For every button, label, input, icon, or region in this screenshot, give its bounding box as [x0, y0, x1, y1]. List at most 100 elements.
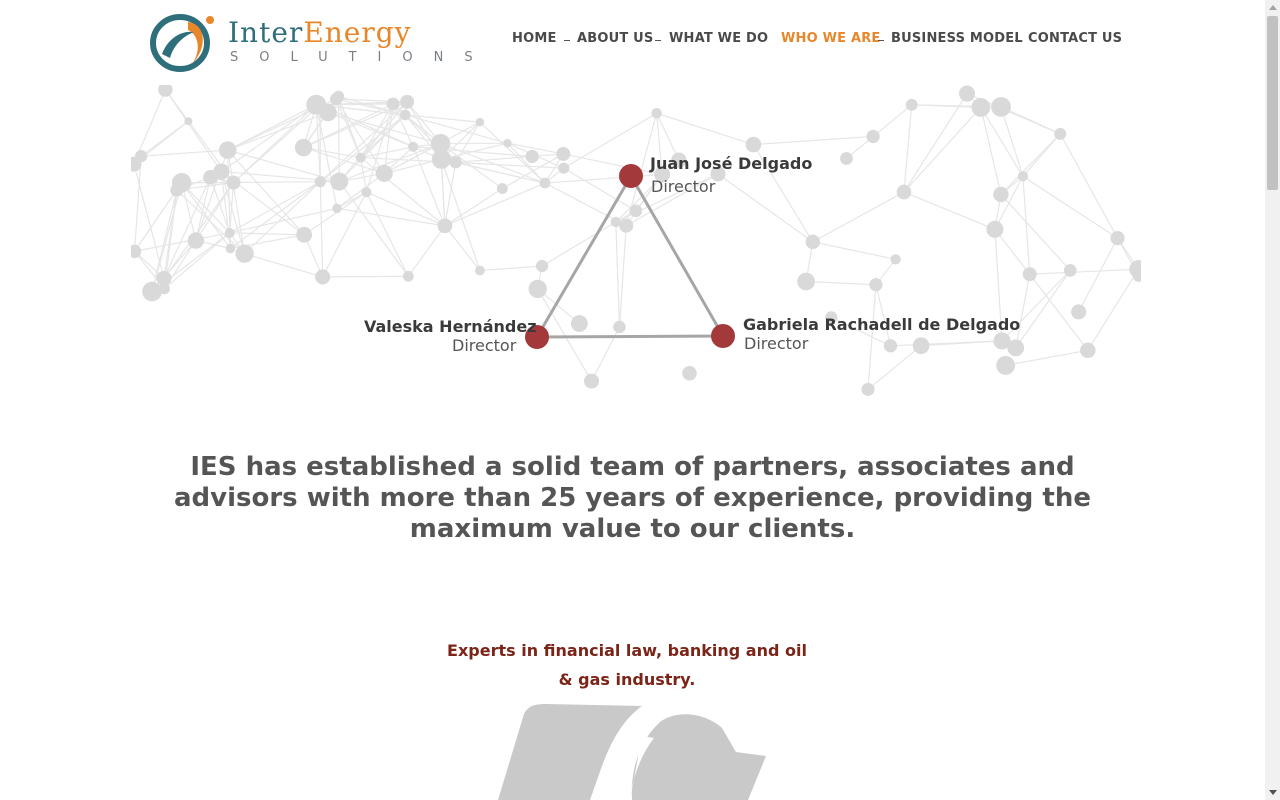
- network-node: [890, 254, 901, 265]
- network-node: [991, 97, 1011, 117]
- site-header: InterEnergy SOLUTIONS HOME ABOUT US WHAT…: [0, 0, 1265, 84]
- nav-separator: [878, 40, 884, 41]
- network-background: [131, 85, 1141, 396]
- network-node: [556, 146, 571, 161]
- network-node: [651, 108, 662, 119]
- network-link: [444, 182, 546, 227]
- network-node: [1063, 264, 1077, 277]
- director-role-valeska: Director: [452, 336, 517, 355]
- network-node: [1054, 127, 1067, 140]
- network-node: [449, 156, 462, 169]
- logo-wordmark-inter: Inter: [228, 16, 304, 49]
- network-link: [244, 253, 323, 278]
- network-node: [187, 232, 205, 249]
- nav-home[interactable]: HOME: [512, 31, 557, 46]
- network-node: [400, 94, 415, 109]
- director-role-gabriela: Director: [744, 334, 809, 353]
- network-node: [226, 175, 241, 190]
- nav-separator: [1015, 40, 1021, 41]
- interenergy-logo[interactable]: InterEnergy SOLUTIONS: [148, 8, 473, 74]
- network-node: [361, 187, 372, 198]
- network-node: [539, 177, 551, 189]
- network-node: [896, 184, 912, 200]
- network-link: [1059, 133, 1119, 239]
- network-link: [806, 280, 876, 286]
- network-node: [294, 138, 313, 157]
- nav-who-we-are[interactable]: WHO WE ARE: [781, 31, 881, 46]
- nav-business-model[interactable]: BUSINESS MODEL: [891, 31, 1023, 46]
- director-node-gabriela: [711, 324, 735, 348]
- network-link: [1000, 133, 1061, 195]
- network-node: [158, 85, 173, 97]
- network-node: [184, 117, 193, 126]
- network-node: [619, 218, 634, 233]
- network-link: [322, 275, 409, 278]
- network-link: [407, 225, 446, 277]
- nav-contact-us[interactable]: CONTACT US: [1028, 31, 1122, 46]
- network-link: [903, 191, 996, 230]
- page-scrollbar[interactable]: [1265, 0, 1280, 800]
- network-link: [1029, 268, 1139, 275]
- logo-mark-icon: [150, 14, 214, 72]
- logo-wordmark-energy: Energy: [303, 16, 412, 49]
- network-link: [1015, 270, 1071, 349]
- nav-separator: [564, 40, 570, 41]
- network-node: [402, 270, 414, 282]
- network-link: [615, 221, 621, 328]
- network-link: [1000, 193, 1071, 271]
- logo-wordmark: InterEnergy: [228, 16, 411, 49]
- network-node: [399, 109, 411, 121]
- network-node: [224, 227, 235, 238]
- network-link: [980, 107, 1024, 177]
- network-node: [682, 365, 697, 381]
- experts-line-1: Experts in financial law, banking and oi…: [447, 641, 807, 660]
- network-link: [164, 89, 222, 172]
- network-node: [437, 218, 453, 234]
- network-link: [618, 225, 627, 328]
- network-link: [134, 232, 230, 252]
- network-node: [570, 315, 588, 332]
- nav-about-us[interactable]: ABOUT US: [577, 31, 654, 46]
- network-link: [1000, 106, 1024, 177]
- network-node: [629, 204, 643, 218]
- network-link: [365, 191, 409, 277]
- network-link: [360, 157, 367, 193]
- network-node: [613, 320, 626, 334]
- network-node: [355, 152, 366, 163]
- network-link: [563, 153, 663, 176]
- network-link: [717, 173, 814, 243]
- network-link: [444, 225, 481, 271]
- scroll-down-arrow-icon[interactable]: [1265, 785, 1280, 800]
- network-node: [610, 216, 621, 228]
- directors-triangle: [534, 173, 726, 339]
- network-node: [332, 203, 342, 214]
- network-link: [337, 96, 340, 182]
- network-link: [903, 104, 913, 193]
- network-node: [475, 117, 485, 127]
- network-link: [867, 345, 922, 390]
- nav-what-we-do[interactable]: WHAT WE DO: [669, 31, 768, 46]
- network-link: [1022, 133, 1061, 177]
- network-node: [159, 283, 170, 295]
- director-name-gabriela: Gabriela Rachadell de Delgado: [743, 315, 1021, 334]
- network-node: [525, 149, 539, 164]
- network-node: [503, 139, 512, 148]
- director-name-valeska: Valeska Hernández: [364, 317, 537, 336]
- network-node: [986, 220, 1004, 238]
- director-role-juan: Director: [651, 177, 716, 196]
- network-node: [797, 272, 815, 291]
- network-link: [227, 111, 329, 151]
- network-node: [1080, 342, 1096, 359]
- network-node: [314, 176, 326, 188]
- network-link: [846, 104, 913, 159]
- scrollbar-thumb[interactable]: [1267, 16, 1278, 190]
- network-link: [994, 228, 1031, 275]
- network-node: [496, 183, 508, 194]
- scroll-up-arrow-icon[interactable]: [1265, 0, 1280, 15]
- network-node: [1017, 171, 1029, 182]
- network-node: [959, 85, 976, 102]
- network-node: [170, 183, 184, 197]
- network-node: [912, 337, 930, 355]
- network-node: [225, 243, 236, 254]
- network-node: [213, 163, 230, 180]
